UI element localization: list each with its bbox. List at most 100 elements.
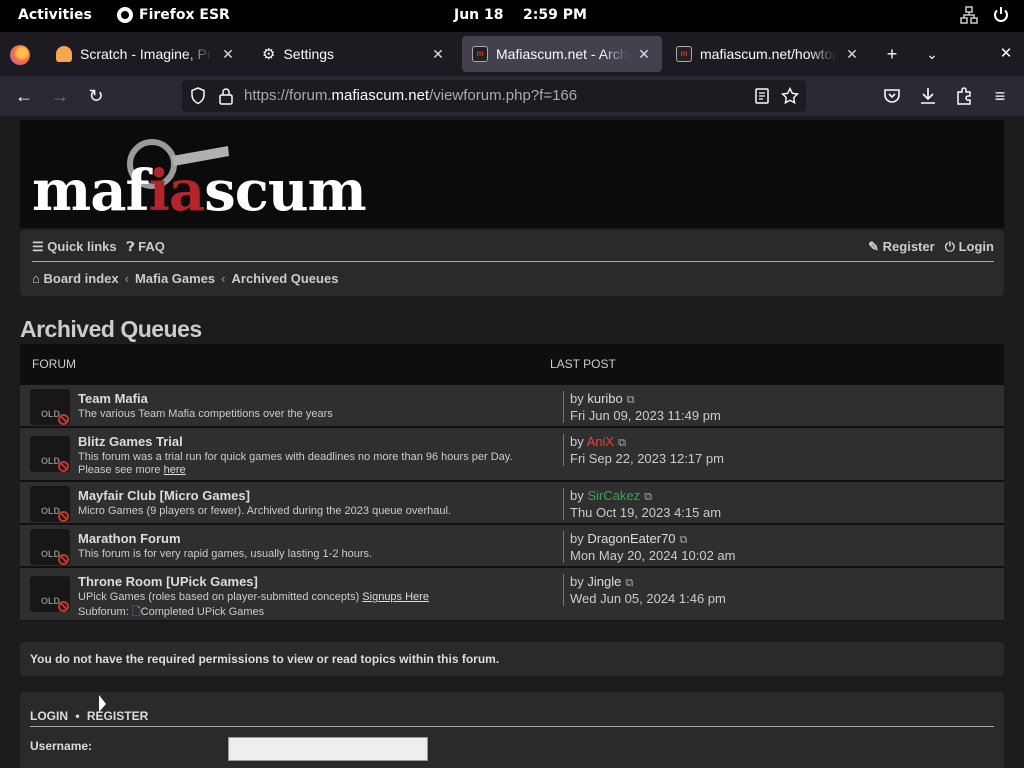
- breadcrumb-archived-queues[interactable]: Archived Queues: [232, 271, 339, 286]
- forum-row[interactable]: OLD Blitz Games Trial This forum was a t…: [20, 427, 1004, 481]
- new-tab-button[interactable]: +: [880, 42, 904, 66]
- list-tabs-button[interactable]: ⌄: [920, 42, 944, 66]
- tab-mafiascum-archived[interactable]: m Mafiascum.net - Archived Queues ✕: [462, 36, 662, 72]
- back-button[interactable]: ←: [12, 84, 36, 108]
- subforum-link[interactable]: Completed UPick Games: [141, 606, 265, 618]
- locked-icon: [58, 601, 69, 612]
- forum-description: The various Team Mafia competitions over…: [78, 408, 333, 420]
- scratch-cat-icon: [56, 46, 72, 62]
- last-post-date: Mon May 20, 2024 10:02 am: [570, 548, 736, 563]
- subforum-line: Subforum: 🗋Completed UPick Games: [78, 606, 265, 618]
- forum-row[interactable]: OLD Team Mafia The various Team Mafia co…: [20, 384, 1004, 427]
- login-link[interactable]: ⏻ Login: [945, 239, 994, 255]
- register-header-link[interactable]: REGISTER: [87, 709, 148, 723]
- system-tray[interactable]: [960, 6, 1010, 24]
- last-post-user[interactable]: Jingle: [587, 574, 621, 589]
- mouse-cursor: [99, 695, 106, 714]
- last-post-user[interactable]: DragonEater70: [587, 531, 675, 546]
- forum-row[interactable]: OLD Mayfair Club [Micro Games] Micro Gam…: [20, 481, 1004, 524]
- col-last-post: Last Post: [550, 357, 616, 371]
- quick-links-menu[interactable]: ☰ Quick links: [32, 239, 117, 255]
- locked-icon: [58, 511, 69, 522]
- breadcrumb-board-index[interactable]: ⌂ Board index: [32, 271, 119, 286]
- hamburger-menu-icon[interactable]: ≡: [988, 84, 1012, 108]
- view-latest-post-icon[interactable]: ⧉: [625, 577, 633, 589]
- last-post-date: Thu Oct 19, 2023 4:15 am: [570, 505, 722, 520]
- view-latest-post-icon[interactable]: ⧉: [680, 534, 688, 546]
- bookmark-star-icon[interactable]: [780, 86, 800, 106]
- last-post: by AniX ⧉ Fri Sep 22, 2023 12:17 pm: [563, 434, 724, 466]
- close-icon[interactable]: ✕: [844, 46, 860, 63]
- page-title[interactable]: Archived Queues: [20, 316, 202, 343]
- last-post: by SirCakez ⧉ Thu Oct 19, 2023 4:15 am: [563, 488, 721, 520]
- mafiascum-icon: m: [676, 46, 692, 62]
- register-link[interactable]: ✎ Register: [868, 239, 935, 255]
- downloads-icon[interactable]: [916, 84, 940, 108]
- forum-row[interactable]: OLD Marathon Forum This forum is for ver…: [20, 524, 1004, 567]
- nav-block: ☰ Quick links ❓︎ FAQ ✎ Register ⏻ Login …: [20, 230, 1004, 296]
- extensions-icon[interactable]: [952, 84, 976, 108]
- mafiascum-icon: m: [472, 46, 488, 62]
- shield-icon[interactable]: [188, 86, 208, 106]
- last-post: by Jingle ⧉ Wed Jun 05, 2024 1:46 pm: [563, 574, 726, 606]
- username-input[interactable]: [228, 737, 428, 761]
- last-post: by kuribo ⧉ Fri Jun 09, 2023 11:49 pm: [563, 391, 721, 423]
- app-name: Firefox ESR: [139, 7, 230, 23]
- forum-name[interactable]: Team Mafia: [78, 391, 548, 406]
- forum-status-icon: OLD: [30, 576, 70, 612]
- forum-name[interactable]: Marathon Forum: [78, 531, 548, 546]
- site-header: mafiascum: [20, 120, 1004, 228]
- url-bar[interactable]: https://forum.mafiascum.net/viewforum.ph…: [182, 80, 806, 112]
- forum-row[interactable]: OLD Throne Room [UPick Games] UPick Game…: [20, 567, 1004, 621]
- last-post-date: Wed Jun 05, 2024 1:46 pm: [570, 591, 726, 606]
- description-link[interactable]: here: [164, 464, 186, 476]
- tab-scratch[interactable]: Scratch - Imagine, Program, Share ✕: [46, 36, 246, 72]
- login-header: LOGIN • REGISTER: [30, 709, 149, 723]
- last-post-user[interactable]: SirCakez: [587, 488, 640, 503]
- lock-icon[interactable]: [216, 86, 236, 106]
- forum-status-icon: OLD: [30, 529, 70, 565]
- forum-name[interactable]: Mayfair Club [Micro Games]: [78, 488, 548, 503]
- firefox-view-icon[interactable]: [10, 45, 30, 65]
- forum-description: This forum is for very rapid games, usua…: [78, 548, 373, 560]
- signups-link[interactable]: Signups Here: [362, 591, 429, 603]
- forum-status-icon: OLD: [30, 486, 70, 522]
- close-icon[interactable]: ✕: [636, 46, 652, 63]
- tab-mafiascum-howtoplay[interactable]: m mafiascum.net/howtoplay ✕: [666, 36, 870, 72]
- pocket-icon[interactable]: [880, 84, 904, 108]
- close-icon[interactable]: ✕: [220, 46, 236, 63]
- forum-name[interactable]: Blitz Games Trial: [78, 434, 548, 449]
- gnome-top-bar: Activities Firefox ESR Jun 18 2:59 PM: [0, 0, 1024, 32]
- view-latest-post-icon[interactable]: ⧉: [644, 491, 652, 503]
- reader-view-icon[interactable]: [752, 86, 772, 106]
- tab-settings[interactable]: ⚙ Settings ✕: [252, 36, 456, 72]
- site-logo[interactable]: mafiascum: [32, 139, 367, 230]
- navigation-toolbar: ← → ↻ https://forum.mafiascum.net/viewfo…: [0, 76, 1024, 116]
- forum-name[interactable]: Throne Room [UPick Games]: [78, 574, 548, 589]
- question-circle-icon: ❓︎: [126, 239, 135, 254]
- faq-link[interactable]: ❓︎ FAQ: [127, 239, 165, 255]
- hamburger-icon: ☰: [32, 239, 44, 254]
- login-header-link[interactable]: LOGIN: [30, 709, 68, 723]
- breadcrumb: ⌂ Board index ‹ Mafia Games ‹ Archived Q…: [32, 270, 339, 286]
- view-latest-post-icon[interactable]: ⧉: [627, 394, 635, 406]
- last-post-user[interactable]: kuribo: [587, 391, 622, 406]
- close-window-button[interactable]: ✕: [994, 42, 1018, 66]
- last-post-date: Fri Sep 22, 2023 12:17 pm: [570, 451, 724, 466]
- reload-button[interactable]: ↻: [84, 84, 108, 108]
- last-post: by DragonEater70 ⧉ Mon May 20, 2024 10:02…: [563, 531, 736, 563]
- url-text[interactable]: https://forum.mafiascum.net/viewforum.ph…: [244, 87, 577, 104]
- clock[interactable]: Jun 18 2:59 PM: [454, 7, 587, 23]
- breadcrumb-mafia-games[interactable]: Mafia Games: [135, 271, 215, 286]
- view-latest-post-icon[interactable]: ⧉: [618, 437, 626, 449]
- activities-button[interactable]: Activities: [18, 7, 92, 23]
- forum-status-icon: OLD: [30, 436, 70, 472]
- document-icon: 🗋: [131, 606, 141, 618]
- forward-button[interactable]: →: [48, 84, 72, 108]
- forum-description: This forum was a trial run for quick gam…: [78, 451, 513, 476]
- forum-status-icon: OLD: [30, 389, 70, 425]
- app-menu[interactable]: Firefox ESR: [117, 7, 230, 23]
- close-icon[interactable]: ✕: [430, 46, 446, 63]
- firefox-app-icon: [117, 7, 133, 23]
- last-post-user[interactable]: AniX: [587, 434, 614, 449]
